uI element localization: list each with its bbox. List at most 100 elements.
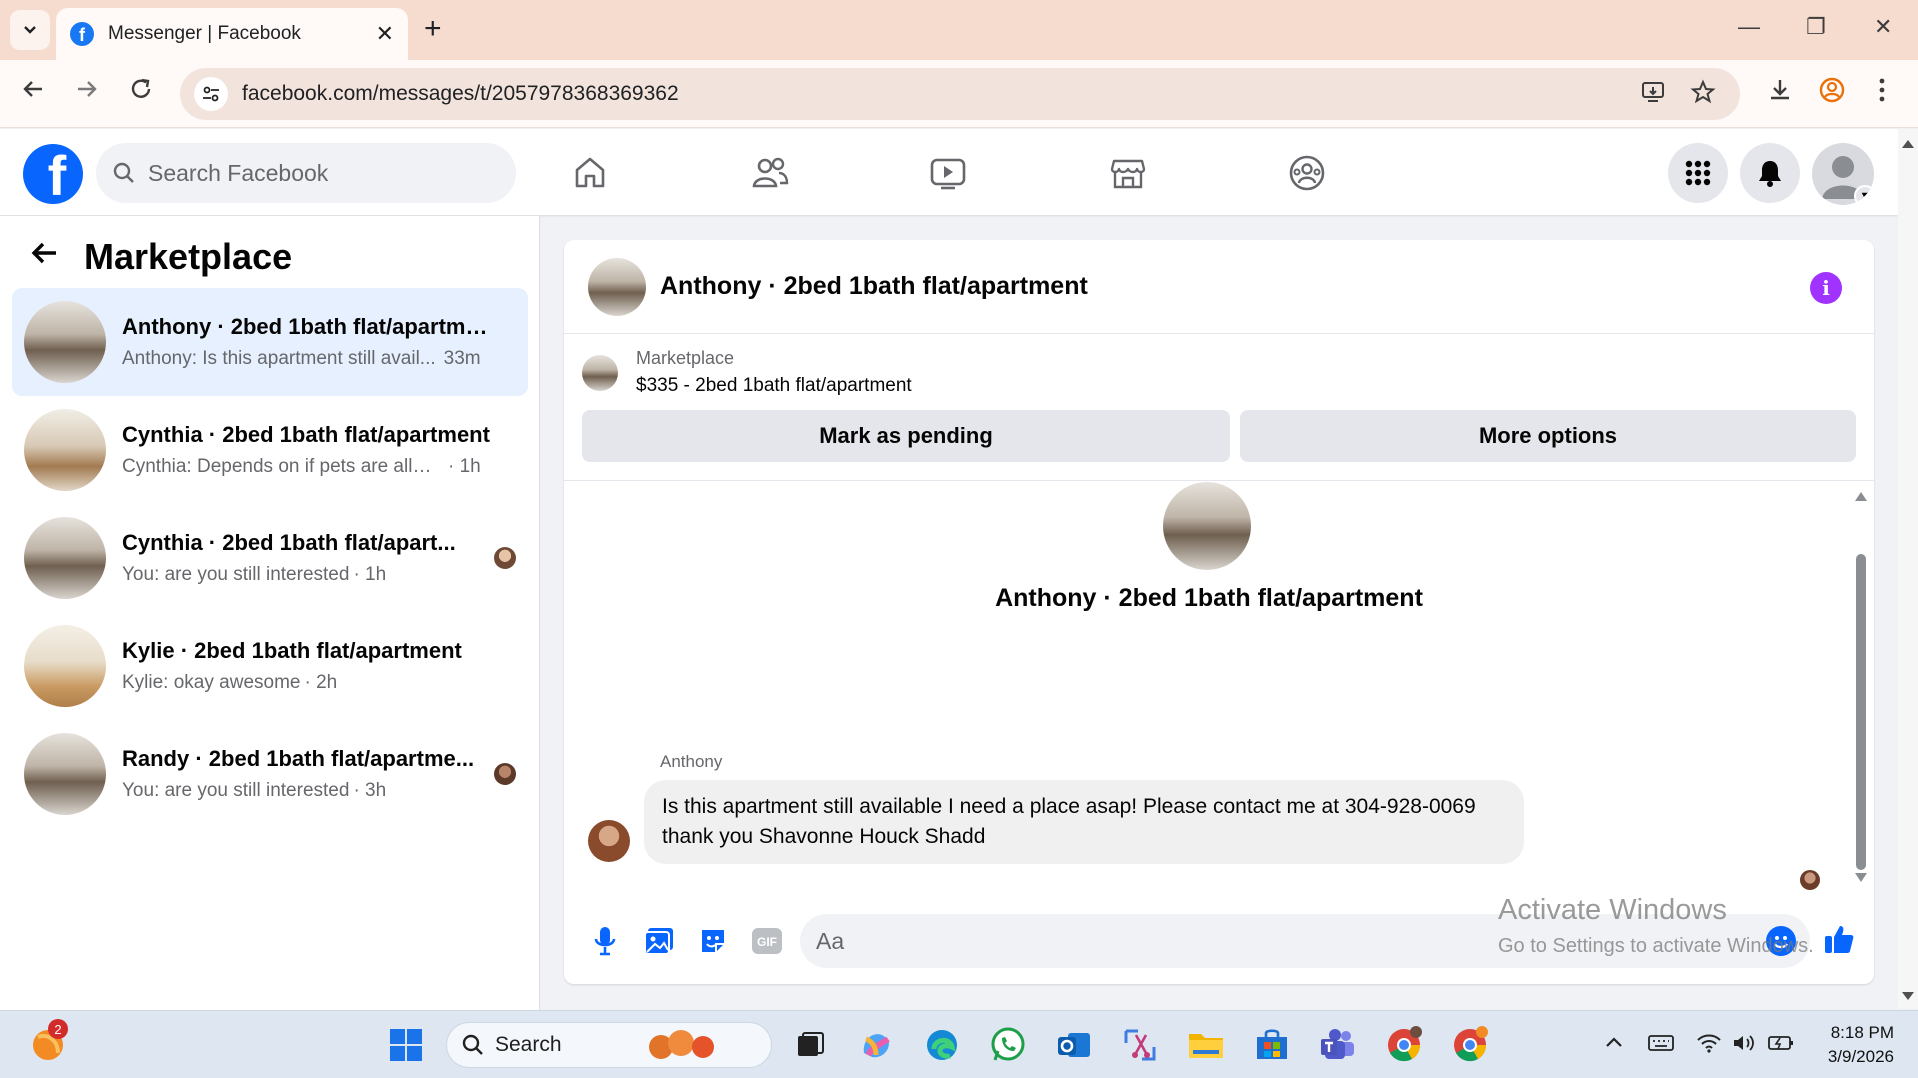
clock-time: 8:18 PM	[1830, 1023, 1894, 1042]
browser-toolbar: facebook.com/messages/t/2057978368369362	[0, 60, 1918, 128]
back-icon[interactable]	[20, 76, 46, 109]
scroll-down-icon[interactable]	[1854, 872, 1868, 884]
address-bar[interactable]: facebook.com/messages/t/2057978368369362	[180, 68, 1740, 120]
marketplace-icon[interactable]	[1106, 151, 1150, 195]
keyboard-icon[interactable]	[1648, 1033, 1674, 1058]
chat-avatar[interactable]	[588, 257, 646, 316]
page-title: Marketplace	[84, 236, 293, 277]
outlook-icon[interactable]	[1054, 1025, 1094, 1065]
conversation-time: · 3h	[353, 780, 387, 801]
chat-scrollbar-thumb[interactable]	[1856, 554, 1866, 870]
facebook-search[interactable]	[96, 143, 516, 203]
search-highlight-icon	[649, 1030, 714, 1059]
browser-tab-messenger[interactable]: f Messenger | Facebook ✕	[56, 8, 408, 60]
sticker-icon[interactable]	[696, 924, 730, 958]
conversation-item[interactable]: Randy · 2bed 1bath flat/apartme... You: …	[12, 720, 528, 828]
gif-icon[interactable]: GIF	[750, 924, 784, 958]
scroll-up-icon[interactable]	[1854, 490, 1868, 502]
battery-icon[interactable]	[1768, 1033, 1794, 1058]
friends-icon[interactable]	[748, 151, 792, 195]
chat-header: Anthony · 2bed 1bath flat/apartment i	[564, 240, 1874, 334]
microsoft-store-icon[interactable]	[1252, 1025, 1292, 1065]
edge-icon[interactable]	[922, 1025, 962, 1065]
chat-header-name[interactable]: Anthony · 2bed 1bath flat/apartment	[660, 272, 1088, 301]
scroll-up-icon[interactable]	[1898, 137, 1918, 151]
forward-icon[interactable]	[74, 76, 100, 109]
message-input[interactable]	[816, 927, 1810, 955]
site-settings-icon[interactable]	[194, 77, 228, 111]
conversation-snippet: Kylie: okay awesome	[122, 672, 301, 693]
conversation-snippet: Anthony: Is this apartment still avail..…	[122, 348, 436, 369]
microphone-icon[interactable]	[588, 924, 622, 958]
read-receipt-avatar	[1800, 870, 1820, 890]
listing-summary[interactable]: Marketplace $335 - 2bed 1bath flat/apart…	[582, 348, 912, 397]
thumbs-up-icon[interactable]	[1822, 922, 1856, 961]
chrome-profile-icon[interactable]	[1450, 1025, 1490, 1065]
sender-avatar[interactable]	[588, 820, 630, 862]
groups-icon[interactable]	[1285, 151, 1329, 195]
chevron-up-icon[interactable]	[1604, 1033, 1624, 1058]
notifications-button[interactable]	[1740, 143, 1800, 203]
conversation-item[interactable]: Anthony · 2bed 1bath flat/apartme... Ant…	[12, 288, 528, 396]
more-options-button[interactable]: More options	[1240, 410, 1856, 462]
system-clock[interactable]: 8:18 PM 3/9/2026	[1812, 1021, 1894, 1069]
taskbar-search-input[interactable]	[495, 1033, 635, 1057]
copilot-icon[interactable]	[856, 1025, 896, 1065]
chrome-icon[interactable]	[1384, 1025, 1424, 1065]
listing-label: Marketplace	[636, 348, 735, 368]
task-view-icon[interactable]	[790, 1025, 830, 1065]
tab-close-icon[interactable]: ✕	[376, 21, 394, 47]
profile-icon[interactable]	[1818, 76, 1846, 109]
photo-icon[interactable]	[642, 924, 676, 958]
listing-thumbnail	[24, 301, 106, 383]
volume-icon[interactable]	[1732, 1033, 1758, 1058]
teams-icon[interactable]	[1318, 1025, 1358, 1065]
browser-menu-icon[interactable]	[1878, 76, 1886, 109]
conversation-time: · 1h	[448, 456, 481, 477]
conversation-snippet: You: are you still interested	[122, 564, 350, 585]
menu-grid-button[interactable]	[1668, 143, 1728, 203]
scroll-down-icon[interactable]	[1898, 989, 1918, 1003]
clock-date: 3/9/2026	[1827, 1047, 1894, 1066]
reload-icon[interactable]	[128, 76, 154, 109]
install-app-icon[interactable]	[1640, 79, 1666, 110]
conversation-name: Randy · 2bed 1bath flat/apartme...	[122, 746, 475, 771]
window-close-icon[interactable]: ✕	[1874, 14, 1892, 40]
bookmark-star-icon[interactable]	[1690, 78, 1716, 110]
message-bubble[interactable]: Is this apartment still available I need…	[644, 780, 1524, 864]
mark-as-pending-button[interactable]: Mark as pending	[582, 410, 1230, 462]
account-avatar[interactable]: ▼	[1812, 143, 1874, 205]
home-icon[interactable]	[568, 151, 612, 195]
minimize-icon[interactable]: —	[1738, 14, 1760, 40]
svg-text:GIF: GIF	[757, 935, 777, 949]
tab-search-menu[interactable]	[10, 10, 50, 50]
tab-title: Messenger | Facebook	[108, 23, 301, 44]
conversation-item[interactable]: Cynthia · 2bed 1bath flat/apart... You: …	[12, 504, 528, 612]
conversation-item[interactable]: Kylie · 2bed 1bath flat/apartment Kylie:…	[12, 612, 528, 720]
wifi-icon[interactable]	[1696, 1033, 1722, 1058]
windows-start-icon[interactable]	[386, 1025, 426, 1065]
restore-icon[interactable]: ❐	[1806, 14, 1826, 40]
conversation-time: · 1h	[353, 564, 387, 585]
video-icon[interactable]	[926, 151, 970, 195]
downloads-icon[interactable]	[1766, 76, 1794, 109]
whatsapp-icon[interactable]	[988, 1025, 1028, 1065]
facebook-search-input[interactable]	[148, 159, 488, 187]
chevron-down-icon: ▼	[1854, 185, 1874, 205]
facebook-logo[interactable]: f	[23, 144, 83, 204]
taskbar-search[interactable]	[446, 1022, 772, 1068]
conversation-item[interactable]: Cynthia · 2bed 1bath flat/apartment Cynt…	[12, 396, 528, 504]
new-tab-button[interactable]: +	[424, 12, 442, 46]
info-icon[interactable]: i	[1810, 272, 1842, 304]
file-explorer-icon[interactable]	[1186, 1025, 1226, 1065]
url-text[interactable]: facebook.com/messages/t/2057978368369362	[242, 82, 1640, 106]
bell-icon	[1759, 161, 1781, 187]
conversation-time: · 2h	[304, 672, 338, 693]
emoji-icon[interactable]	[1766, 926, 1796, 956]
facebook-header: f ▼	[0, 129, 1898, 215]
message-composer[interactable]	[800, 914, 1810, 968]
page-scrollbar[interactable]	[1898, 129, 1918, 1009]
snipping-tool-icon[interactable]	[1120, 1025, 1160, 1065]
back-arrow-icon[interactable]	[30, 238, 60, 277]
notification-badge: 2	[48, 1019, 68, 1039]
